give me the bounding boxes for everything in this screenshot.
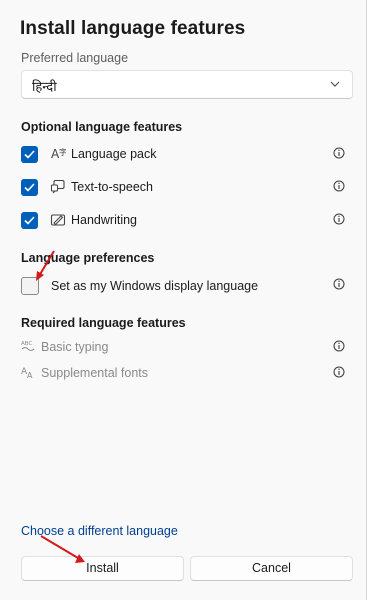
required-row-basic-typing: ABC Basic typing (21, 339, 353, 361)
info-icon[interactable] (333, 213, 345, 225)
feature-row-text-to-speech: Text-to-speech (21, 179, 353, 201)
handwriting-label: Handwriting (71, 213, 138, 227)
feature-row-language-pack: A 字 Language pack (21, 146, 353, 168)
cancel-button[interactable]: Cancel (190, 556, 353, 581)
text-to-speech-label: Text-to-speech (71, 180, 153, 194)
svg-text:A: A (27, 371, 33, 379)
handwriting-checkbox[interactable] (21, 212, 38, 229)
info-icon[interactable] (333, 340, 345, 352)
basic-typing-label: Basic typing (41, 340, 109, 354)
checkmark-icon (24, 216, 35, 225)
preferred-language-dropdown[interactable]: हिन्दी (21, 70, 353, 99)
language-pack-icon: A 字 (51, 147, 66, 161)
required-row-supplemental-fonts: A A Supplemental fonts (21, 365, 353, 387)
install-language-dialog: Install language features Preferred lang… (0, 0, 367, 600)
chevron-down-icon (330, 81, 340, 87)
speech-icon (50, 179, 65, 194)
text-to-speech-checkbox[interactable] (21, 179, 38, 196)
display-language-label: Set as my Windows display language (51, 279, 259, 293)
install-button[interactable]: Install (21, 556, 184, 581)
feature-row-handwriting: Handwriting (21, 212, 353, 234)
supplemental-fonts-label: Supplemental fonts (41, 366, 149, 380)
language-pack-checkbox[interactable] (21, 146, 38, 163)
svg-text:字: 字 (59, 147, 66, 157)
language-preferences-heading: Language preferences (21, 251, 155, 265)
info-icon[interactable] (333, 147, 345, 159)
checkmark-icon (24, 150, 35, 159)
checkmark-icon (24, 183, 35, 192)
required-features-heading: Required language features (21, 316, 186, 330)
choose-different-language-link[interactable]: Choose a different language (21, 524, 178, 538)
svg-text:ABC: ABC (21, 341, 32, 347)
info-icon[interactable] (333, 366, 345, 378)
abc-icon: ABC (21, 341, 35, 351)
font-icon: A A (21, 367, 33, 379)
info-icon[interactable] (333, 180, 345, 192)
preferred-language-label: Preferred language (21, 51, 129, 65)
preferred-language-value: हिन्दी (32, 80, 57, 95)
info-icon[interactable] (333, 278, 345, 290)
display-language-checkbox[interactable] (21, 277, 39, 295)
dialog-title: Install language features (20, 18, 246, 39)
display-language-row: Set as my Windows display language (21, 277, 353, 299)
optional-features-heading: Optional language features (21, 120, 183, 134)
handwriting-icon (50, 214, 66, 226)
language-pack-label: Language pack (71, 147, 157, 161)
